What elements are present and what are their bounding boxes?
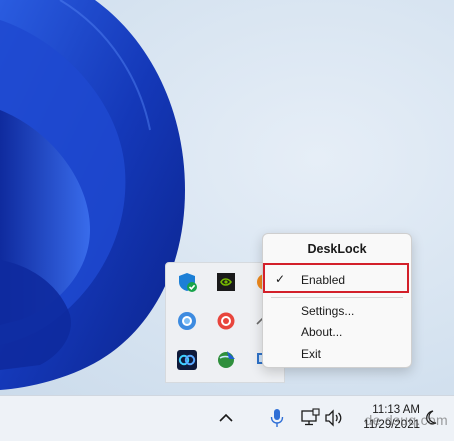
checkmark-icon: ✓ — [275, 272, 286, 286]
network-icon[interactable] — [300, 408, 320, 428]
nvidia-icon[interactable] — [215, 271, 237, 293]
desktop: DeskLock ✓ Enabled Settings... About... … — [0, 0, 454, 395]
menu-item-settings[interactable]: Settings... — [301, 304, 354, 318]
desklock-context-menu: DeskLock ✓ Enabled Settings... About... … — [262, 233, 412, 368]
webex-icon[interactable] — [176, 349, 198, 371]
network-globe-app-icon[interactable] — [215, 349, 237, 371]
blue-circle-app-icon[interactable] — [176, 310, 198, 332]
watermark: de.dsuq.com — [364, 412, 448, 428]
menu-separator — [271, 297, 403, 298]
microphone-icon[interactable] — [270, 408, 284, 428]
red-circle-app-icon[interactable] — [215, 310, 237, 332]
show-hidden-icons-chevron-icon[interactable] — [218, 411, 234, 425]
volume-icon[interactable] — [324, 409, 344, 427]
menu-item-exit[interactable]: Exit — [301, 347, 321, 361]
menu-item-enabled[interactable]: Enabled — [301, 273, 345, 287]
windows-security-icon[interactable] — [176, 271, 198, 293]
menu-title: DeskLock — [307, 242, 367, 256]
menu-item-about[interactable]: About... — [301, 325, 342, 339]
